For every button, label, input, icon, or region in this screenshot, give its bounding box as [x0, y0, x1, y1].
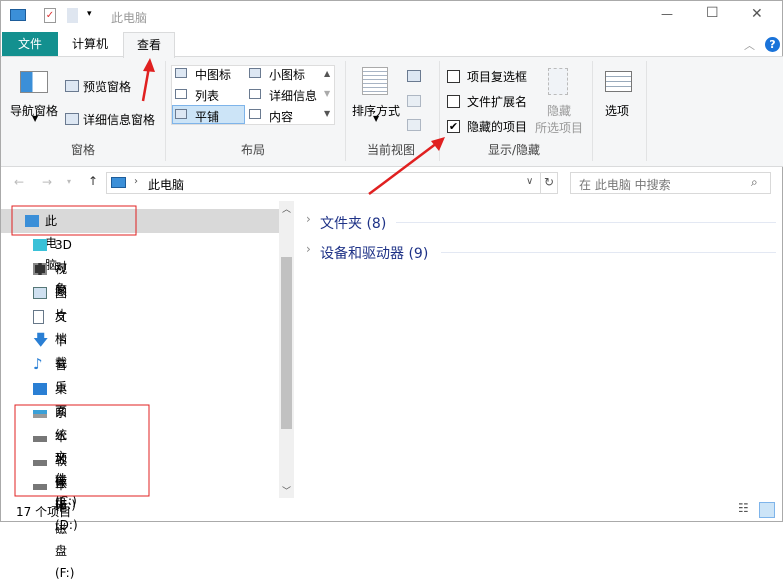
- annotation-arrowhead-view-tab: [143, 58, 155, 72]
- tab-view[interactable]: 查看: [123, 32, 175, 58]
- annotation-arrow-hidden-items: [368, 142, 438, 195]
- annotation-box-this-pc: [11, 205, 137, 236]
- annotation-box-drives: [14, 404, 150, 497]
- annotation-overlay: [11, 58, 445, 497]
- annotation-arrowhead-hidden-items: [431, 137, 445, 151]
- annotation-arrow-view-tab: [141, 66, 151, 102]
